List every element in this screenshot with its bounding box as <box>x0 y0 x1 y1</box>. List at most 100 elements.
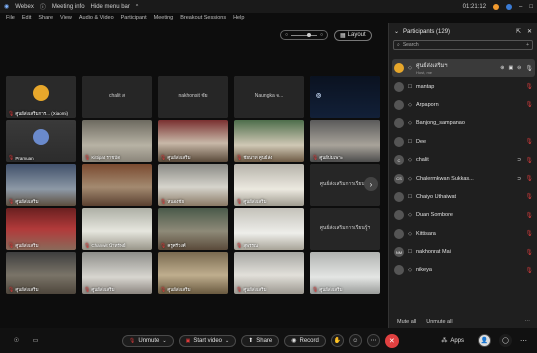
menu-share[interactable]: Share <box>38 15 53 21</box>
participant-video-tile[interactable]: chalit ส <box>82 76 152 118</box>
device-icon: ◇ <box>408 230 412 237</box>
participant-video-tile[interactable]: Naungka จ... <box>234 76 304 118</box>
participant-row[interactable]: C ◇ chalit ⊃ 🎙 <box>389 151 537 169</box>
participant-row[interactable]: ◇ Banjong_sampanao <box>389 114 537 132</box>
participant-row[interactable]: NM ☐ nakhonrat Mai 🎙 <box>389 243 537 261</box>
emoji-icon[interactable]: ☺ <box>348 334 362 347</box>
menu-edit[interactable]: Edit <box>22 15 31 21</box>
participant-video-tile[interactable]: 🎙 สุพรรณ <box>234 208 304 250</box>
participant-video-tile[interactable]: 🎙 หนองชัย <box>158 164 228 206</box>
microphone-muted-icon[interactable]: 🎙 <box>525 175 533 182</box>
participant-video-tile[interactable]: 🎙 ชัยนาท ศูนย์ส่ง <box>234 120 304 162</box>
participant-row[interactable]: ☐ Dee 🎙 <box>389 133 537 151</box>
start-video-button[interactable]: ▣ Start video ⌄ <box>178 334 237 347</box>
microphone-muted-icon[interactable]: 🎙 <box>525 83 533 90</box>
participant-video-tile[interactable]: ศูนย์ส่งเสริมการเรียนรู้ฯ › <box>310 164 380 206</box>
participant-video-tile[interactable]: 🎙 ศูนย์ส่งเสริม <box>234 252 304 294</box>
add-icon[interactable]: ⊕ <box>500 65 504 71</box>
zoom-out-icon[interactable]: ○ <box>285 32 288 38</box>
microphone-icon[interactable]: 🎙 <box>525 65 533 72</box>
leave-meeting-button[interactable]: ✕ <box>384 333 399 348</box>
participant-row[interactable]: ◇ Arpaporn 🎙 <box>389 96 537 114</box>
participant-video-tile[interactable]: 🎙 ครูศรีวงศ์ <box>158 208 228 250</box>
chat-icon[interactable]: ◯ <box>499 334 512 347</box>
microphone-muted-icon[interactable]: 🎙 <box>525 249 533 256</box>
microphone-muted-icon[interactable]: 🎙 <box>525 157 533 164</box>
participant-row[interactable]: ◇ Kittisara 🎙 <box>389 225 537 243</box>
participant-video-tile[interactable]: 🎙 ศูนย์ส่งเสริม <box>158 252 228 294</box>
microphone-muted-icon[interactable]: 🎙 <box>525 267 533 274</box>
share-button[interactable]: ⬆ Share <box>241 334 280 347</box>
unmute-all-button[interactable]: Unmute all <box>426 319 452 325</box>
chevron-up-icon[interactable]: ^ <box>136 4 138 10</box>
minimize-button[interactable]: – <box>519 4 522 10</box>
remove-icon[interactable]: ⊖ <box>517 65 521 71</box>
participant-video-tile[interactable]: 🎙 ศูนย์บ่มเพาะ <box>310 120 380 162</box>
slider-knob[interactable] <box>306 33 311 37</box>
participant-video-tile[interactable]: 🎙 ศูนย์ส่งเสริม <box>310 252 380 294</box>
microphone-muted-icon[interactable]: 🎙 <box>525 193 533 200</box>
chevron-down-icon[interactable]: ⌄ <box>394 28 399 35</box>
hand-raise-icon[interactable]: ✋ <box>330 334 344 347</box>
participants-icon[interactable]: 👤 <box>478 334 491 347</box>
reactions-icon[interactable]: ☉ <box>10 334 23 347</box>
search-field[interactable]: ⌕ Search + <box>393 40 533 50</box>
participant-video-tile[interactable]: ศูนย์ส่งเสริมการเรียนรู้ฯ <box>310 208 380 250</box>
participant-video-tile[interactable]: 🎙 ศูนย์ส่งเสริม <box>6 252 76 294</box>
participant-video-tile[interactable]: 🎙 ศูนย์ส่งเสริม <box>6 208 76 250</box>
participant-row[interactable]: ☐ Chaiyo Uthaiwat 🎙 <box>389 188 537 206</box>
video-icon[interactable]: ▣ <box>508 65 513 71</box>
record-button[interactable]: ◉ Record <box>284 334 326 347</box>
participant-row[interactable]: ◇ ศูนย์ส่งเสริมฯ Host, me ⊕ ▣ ⊖ 🎙 <box>392 59 535 78</box>
participant-video-tile[interactable]: 🎙 ศูนย์ส่งเสริม <box>158 120 228 162</box>
more-options-icon[interactable]: ⋯ <box>525 319 531 325</box>
participant-video-tile[interactable]: nakhonsit ชัย <box>158 76 228 118</box>
microphone-muted-icon[interactable]: 🎙 <box>525 101 533 108</box>
zoom-slider[interactable]: ○ ○ <box>280 30 328 40</box>
menu-view[interactable]: View <box>60 15 72 21</box>
menu-meeting[interactable]: Meeting <box>154 15 174 21</box>
add-participant-icon[interactable]: + <box>526 42 529 48</box>
unmute-button[interactable]: 🎙 Unmute ⌄ <box>122 334 174 347</box>
popout-icon[interactable]: ⇱ <box>516 28 521 35</box>
participant-video-tile[interactable]: 🎙 ศูนย์ส่งเสริม <box>82 252 152 294</box>
participant-video-tile[interactable]: ◎ <box>310 76 380 118</box>
microphone-muted-icon[interactable]: 🎙 <box>525 230 533 237</box>
meeting-info-link[interactable]: Meeting info <box>52 4 85 10</box>
chevron-down-icon[interactable]: ⌄ <box>225 338 229 344</box>
participant-video-tile[interactable]: 🎙 ศูนย์ส่งเสริมการ... (Xiaomi) <box>6 76 76 118</box>
menu-help[interactable]: Help <box>233 15 244 21</box>
maximize-button[interactable]: □ <box>529 4 533 10</box>
zoom-in-icon[interactable]: ○ <box>320 32 323 38</box>
participant-row[interactable]: ☐ mantap 🎙 <box>389 77 537 95</box>
layout-button[interactable]: ▦ Layout <box>334 29 372 41</box>
microphone-muted-icon[interactable]: 🎙 <box>525 212 533 219</box>
participant-name-center: nakhonsit ชัย <box>178 93 208 99</box>
participant-row[interactable]: ◇ nikeya 🎙 <box>389 261 537 279</box>
participant-video-tile[interactable] <box>82 164 152 206</box>
menu-audio-video[interactable]: Audio & Video <box>79 15 114 21</box>
participant-video-tile[interactable]: 🎙 Kittipat ราชบัด <box>82 120 152 162</box>
participant-video-tile[interactable]: 🎙 ศูนย์ส่งเสริม <box>6 164 76 206</box>
participant-row[interactable]: CS ◇ Chalermkwan Sukkas... ⊃ 🎙 <box>389 169 537 187</box>
participant-name-text: ศูนย์บ่มเพาะ <box>319 155 344 160</box>
info-icon[interactable]: ⓘ <box>40 2 46 11</box>
hide-menu-link[interactable]: Hide menu bar <box>91 4 130 10</box>
menu-breakout[interactable]: Breakout Sessions <box>180 15 226 21</box>
mute-all-button[interactable]: Mute all <box>397 319 416 325</box>
next-page-button[interactable]: › <box>364 177 378 191</box>
more-options-icon[interactable]: ⋯ <box>520 337 527 345</box>
participant-video-tile[interactable]: 🎙 Pramuan <box>6 120 76 162</box>
chevron-down-icon[interactable]: ⌄ <box>162 338 166 344</box>
participant-name-label: 🎙 สุพรรณ <box>236 242 258 249</box>
close-icon[interactable]: ✕ <box>527 28 532 35</box>
more-icon[interactable]: ⋯ <box>366 334 380 347</box>
menu-file[interactable]: File <box>6 15 15 21</box>
participant-video-tile[interactable]: 🎙 ศูนย์ส่งเสริม <box>234 164 304 206</box>
menu-participant[interactable]: Participant <box>121 15 147 21</box>
participant-row[interactable]: ◇ Duan Sombore 🎙 <box>389 206 537 224</box>
captions-icon[interactable]: ▭ <box>29 334 42 347</box>
apps-button[interactable]: ⁂ Apps <box>435 335 470 347</box>
participant-video-tile[interactable]: 🎙 Chanwit นำทรัพย์ <box>82 208 152 250</box>
microphone-muted-icon[interactable]: 🎙 <box>525 138 533 145</box>
